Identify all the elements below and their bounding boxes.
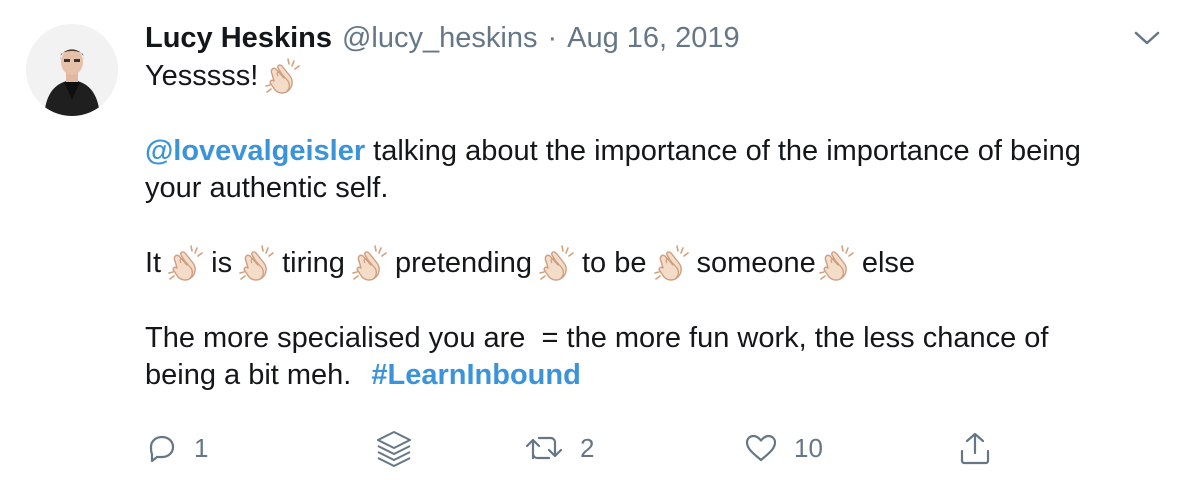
clap-word: It [145,247,162,279]
share-button[interactable] [958,425,992,471]
clap-word: tiring [282,247,345,279]
hashtag-link[interactable]: #LearnInbound [371,357,580,394]
tweet-line: being a bit meh. #LearnInbound [145,357,1165,394]
clapping-hands-icon [651,243,693,285]
clap-word: pretending [394,247,532,279]
tweet-line: Yesssss! [145,56,1165,98]
mention-link[interactable]: @lovevalgeisler [145,133,365,170]
tweet-line-5: The more specialised you are = the more … [145,322,1049,354]
clap-word: someone [696,247,816,279]
retweet-icon [524,432,564,464]
like-count: 10 [794,432,823,463]
tweet-line: @lovevalgeisler talking about the import… [145,133,1165,170]
avatar[interactable] [26,24,118,116]
tweet-header: Lucy Heskins @lucy_heskins · Aug 16, 201… [145,18,740,58]
heart-icon [744,432,778,464]
clapping-hands-icon [262,56,304,98]
author-name[interactable]: Lucy Heskins [145,22,332,55]
clap-word: to be [582,247,647,279]
share-icon [958,430,992,466]
tweet-date[interactable]: Aug 16, 2019 [567,22,740,55]
tweet-line-1: Yesssss! [145,60,259,92]
tweet-line: The more specialised you are = the more … [145,320,1165,357]
clap-word: else [861,247,916,279]
reply-count: 1 [194,432,209,463]
reply-icon [146,432,178,464]
clapping-hands-icon [349,243,391,285]
clapping-hands-icon [816,243,858,285]
separator-dot: · [547,21,558,54]
tweet-line-3: your authentic self. [145,172,389,204]
reply-button[interactable]: 1 [146,425,208,471]
like-button[interactable]: 10 [744,425,823,471]
tweet-text: Yesssss! @lovevalgeisler talking about t… [145,56,1165,394]
clap-word: is [211,247,233,279]
retweet-button[interactable]: 2 [524,425,594,471]
clapping-hands-icon [165,243,207,285]
clap-line: It is tiring pretending to be someone el… [145,243,1165,285]
clapping-hands-icon [536,243,578,285]
clapping-hands-icon [236,243,278,285]
layers-button[interactable] [372,425,416,471]
chevron-down-icon[interactable] [1132,28,1162,48]
retweet-count: 2 [580,432,595,463]
author-handle[interactable]: @lucy_heskins [342,22,537,55]
tweet-line-6: being a bit meh. [145,359,352,391]
tweet-line: your authentic self. [145,170,1165,207]
action-bar: 1 2 10 [0,425,1186,471]
layers-icon [372,426,416,470]
tweet-line-2: talking about the importance of the impo… [365,135,1081,167]
